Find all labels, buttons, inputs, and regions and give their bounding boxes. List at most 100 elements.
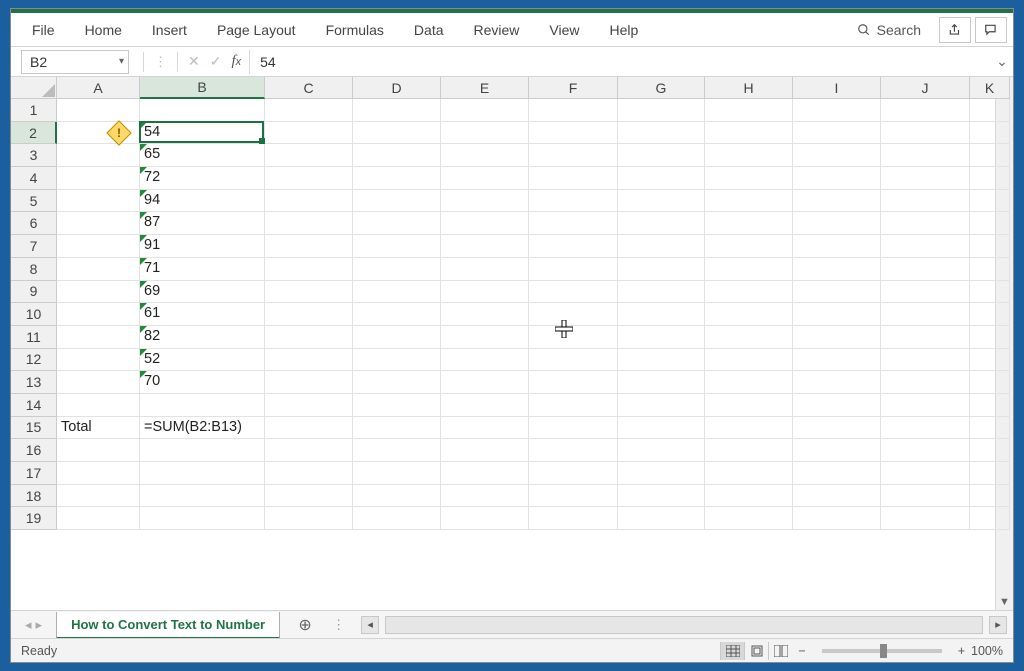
cell-G4[interactable] (618, 167, 705, 190)
row-header-5[interactable]: 5 (11, 190, 57, 213)
row-header-8[interactable]: 8 (11, 258, 57, 281)
cell-H15[interactable] (705, 417, 793, 440)
select-all-triangle[interactable] (11, 77, 57, 99)
cell-J1[interactable] (881, 99, 970, 122)
cell-K19[interactable] (970, 507, 1010, 530)
cell-D14[interactable] (353, 394, 441, 417)
cell-C9[interactable] (265, 281, 353, 304)
cell-H19[interactable] (705, 507, 793, 530)
cell-D2[interactable] (353, 122, 441, 145)
col-header-K[interactable]: K (970, 77, 1010, 99)
cell-I13[interactable] (793, 371, 881, 394)
cell-E9[interactable] (441, 281, 529, 304)
cell-F18[interactable] (529, 485, 618, 508)
cell-E19[interactable] (441, 507, 529, 530)
cell-J18[interactable] (881, 485, 970, 508)
cell-C8[interactable] (265, 258, 353, 281)
row-header-18[interactable]: 18 (11, 485, 57, 508)
cell-J15[interactable] (881, 417, 970, 440)
cell-A16[interactable] (57, 439, 140, 462)
cell-A5[interactable] (57, 190, 140, 213)
formula-input[interactable]: 54 (249, 50, 991, 74)
view-page-break-button[interactable] (768, 642, 792, 660)
cell-I10[interactable] (793, 303, 881, 326)
cell-G13[interactable] (618, 371, 705, 394)
cell-B9[interactable]: 69 (140, 281, 265, 304)
cell-I9[interactable] (793, 281, 881, 304)
cell-E2[interactable] (441, 122, 529, 145)
horizontal-scrollbar[interactable]: ⋮ ◂ ▸ (318, 616, 1013, 634)
cell-D15[interactable] (353, 417, 441, 440)
cell-B8[interactable]: 71 (140, 258, 265, 281)
cell-A14[interactable] (57, 394, 140, 417)
cell-D13[interactable] (353, 371, 441, 394)
cell-E17[interactable] (441, 462, 529, 485)
cell-E1[interactable] (441, 99, 529, 122)
cell-C3[interactable] (265, 144, 353, 167)
share-button[interactable] (939, 17, 971, 43)
cell-D6[interactable] (353, 212, 441, 235)
row-header-17[interactable]: 17 (11, 462, 57, 485)
menu-file[interactable]: File (17, 13, 70, 46)
cell-E4[interactable] (441, 167, 529, 190)
cell-J16[interactable] (881, 439, 970, 462)
cell-G5[interactable] (618, 190, 705, 213)
cell-B10[interactable]: 61 (140, 303, 265, 326)
cell-G16[interactable] (618, 439, 705, 462)
view-page-layout-button[interactable] (744, 642, 768, 660)
scroll-left-icon[interactable]: ◂ (361, 616, 379, 634)
cell-J7[interactable] (881, 235, 970, 258)
cell-I12[interactable] (793, 349, 881, 372)
cell-E10[interactable] (441, 303, 529, 326)
cell-G12[interactable] (618, 349, 705, 372)
cell-D9[interactable] (353, 281, 441, 304)
cell-A15[interactable]: Total (57, 417, 140, 440)
cell-D19[interactable] (353, 507, 441, 530)
cell-A3[interactable] (57, 144, 140, 167)
cell-D3[interactable] (353, 144, 441, 167)
menu-formulas[interactable]: Formulas (311, 13, 399, 46)
cell-I19[interactable] (793, 507, 881, 530)
row-header-16[interactable]: 16 (11, 439, 57, 462)
cell-J8[interactable] (881, 258, 970, 281)
cell-K5[interactable] (970, 190, 1010, 213)
cell-H16[interactable] (705, 439, 793, 462)
scroll-down-icon[interactable]: ▼ (999, 596, 1010, 608)
cell-K2[interactable] (970, 122, 1010, 145)
cell-B17[interactable] (140, 462, 265, 485)
cell-D8[interactable] (353, 258, 441, 281)
cell-G10[interactable] (618, 303, 705, 326)
cell-H9[interactable] (705, 281, 793, 304)
cell-F19[interactable] (529, 507, 618, 530)
cell-K10[interactable] (970, 303, 1010, 326)
cell-F8[interactable] (529, 258, 618, 281)
cell-H4[interactable] (705, 167, 793, 190)
cell-A10[interactable] (57, 303, 140, 326)
cell-E13[interactable] (441, 371, 529, 394)
cell-I4[interactable] (793, 167, 881, 190)
cell-B15[interactable]: =SUM(B2:B13) (140, 417, 265, 440)
cell-I14[interactable] (793, 394, 881, 417)
cell-A17[interactable] (57, 462, 140, 485)
cell-J5[interactable] (881, 190, 970, 213)
cell-I1[interactable] (793, 99, 881, 122)
cell-A9[interactable] (57, 281, 140, 304)
cells[interactable]: 546572948791716961825270Total=SUM(B2:B13… (57, 99, 1010, 530)
cell-E14[interactable] (441, 394, 529, 417)
row-header-4[interactable]: 4 (11, 167, 57, 190)
cell-C13[interactable] (265, 371, 353, 394)
cell-B4[interactable]: 72 (140, 167, 265, 190)
cell-K3[interactable] (970, 144, 1010, 167)
col-header-I[interactable]: I (793, 77, 881, 99)
cell-D1[interactable] (353, 99, 441, 122)
col-header-D[interactable]: D (353, 77, 441, 99)
expand-formula-bar[interactable]: ⌄ (991, 53, 1013, 70)
cell-C7[interactable] (265, 235, 353, 258)
cell-B5[interactable]: 94 (140, 190, 265, 213)
cell-H3[interactable] (705, 144, 793, 167)
cell-E12[interactable] (441, 349, 529, 372)
menu-help[interactable]: Help (595, 13, 654, 46)
row-header-13[interactable]: 13 (11, 371, 57, 394)
cell-D18[interactable] (353, 485, 441, 508)
cell-E11[interactable] (441, 326, 529, 349)
